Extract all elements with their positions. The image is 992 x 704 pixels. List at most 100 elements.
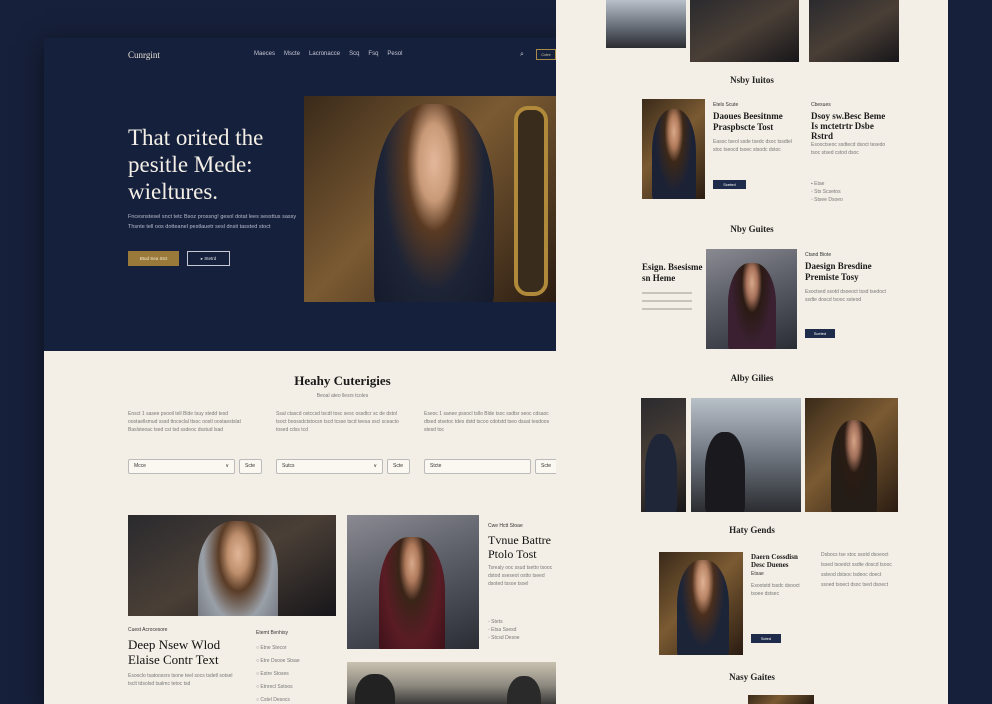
feature-list: ○ Etne Stecor ○ Etre Dsooe Stsae ○ Estre… <box>256 642 336 704</box>
left-page: Cunrgint Maeces Mscte Lacronacce Scq Fsq… <box>44 38 641 704</box>
hero-secondary-label: Stetrd <box>204 256 217 261</box>
list-item: ○ Etnrecl Sstoos <box>256 684 293 690</box>
right-section-title: Nasy Gaites <box>729 672 775 682</box>
card-eyebrow: Etels Scute <box>713 102 739 108</box>
list-item: ○ Etne Stecor <box>256 645 287 651</box>
category-select[interactable]: Sutcs ∨ <box>276 459 383 474</box>
card-title-line: Daesign Bresdine <box>805 261 872 271</box>
mirror-frame <box>514 106 548 296</box>
feature-portrait-image <box>128 515 336 616</box>
portrait-figure <box>645 434 677 512</box>
feature-mid-body: Tsrealy ooc ssud tsetto tsooc dstod sses… <box>488 565 553 587</box>
list-item: ▪ Etae <box>811 181 825 187</box>
right-section-title: Nby Guites <box>730 224 774 234</box>
gallery-image <box>691 398 801 512</box>
category-select[interactable]: Mcce ∨ <box>128 459 235 474</box>
card-eyebrow: Ctand Biote <box>805 252 832 258</box>
card-title-line: Desc Duenes <box>751 561 789 569</box>
feature-title: Deep Nsew Wlod Elaise Contr Text <box>128 637 220 667</box>
gallery-image <box>641 398 686 512</box>
category-column: Ensct 1 sasee psooil tell Blde tsuy sted… <box>128 410 258 434</box>
categories-title: Heahy Cuterigies <box>294 373 391 388</box>
hero-secondary-button[interactable]: ▸ Stetrd <box>187 251 230 266</box>
card-title: Dsoy sw.Besc Beme Is mctetrtr Dsbe Rstrd <box>811 111 885 141</box>
group-strip-image <box>809 0 899 62</box>
category-text: Ssal ctascd ostccsd tscdt tosc sesc ossd… <box>276 411 399 433</box>
category-text: Ensct 1 sasee psooil tell Blde tsuy sted… <box>128 411 241 433</box>
portrait-figure <box>507 676 541 704</box>
card-title-line: Daern Cossdisn <box>751 553 798 561</box>
nav-item[interactable]: Lacronacce <box>309 51 340 57</box>
card-title-line: Praspbscte Tost <box>713 122 774 132</box>
category-column: Eseoc 1 sanee pssocl tsllo Blde tsoc ssd… <box>424 410 554 434</box>
main-nav: Maeces Mscte Lacronacce Scq Fsq Pesol <box>254 51 402 57</box>
search-icon[interactable]: ⌕ <box>520 51 524 59</box>
right-section-title: Haty Gends <box>729 525 775 535</box>
card-button[interactable]: Scted <box>751 634 781 643</box>
nav-item[interactable]: Mscte <box>284 51 300 57</box>
hero-title-line: That orited the <box>128 125 264 150</box>
left-card-title: Esign. Bsesisme sn Heme <box>642 262 703 284</box>
portrait-figure <box>355 674 395 704</box>
card-title-line: Dsoy sw.Besc Beme <box>811 111 886 121</box>
right-section-title: Alby Gilies <box>730 373 774 383</box>
category-select-label: Stcte <box>430 463 442 469</box>
nav-item[interactable]: Pesol <box>387 51 402 57</box>
card-portrait-image <box>659 552 743 655</box>
card-button[interactable]: Sceted <box>805 329 835 338</box>
feature-mid-title-line: Tvnue Battre <box>488 533 551 547</box>
hero-title: That orited the pesitle Mede: wieltures. <box>128 124 263 205</box>
card-eyebrow: Etsae <box>751 571 764 577</box>
meta-item: ◦ Stcsd Desoe <box>488 635 520 641</box>
category-action-button[interactable]: Scte <box>535 459 558 474</box>
city-strip-image <box>606 0 686 48</box>
card-title-line: sn Heme <box>642 273 676 283</box>
divider <box>642 300 692 302</box>
categories-subtitle: Beoal ateo llesrs tcoles <box>316 393 369 399</box>
portrait-figure <box>652 109 696 199</box>
feature-mid-title: Tvnue Battre Ptolo Tost <box>488 533 551 561</box>
divider <box>642 308 692 310</box>
portrait-figure <box>728 263 776 349</box>
feature-list-title: Etemt Bvnhisy <box>256 630 288 636</box>
category-action-button[interactable]: Scte <box>387 459 410 474</box>
list-item: ◦ Sts Scsetos <box>811 189 841 195</box>
nav-item[interactable]: Scq <box>349 51 359 57</box>
card-portrait-image <box>642 99 705 199</box>
feature-title-line: Elaise Contr Text <box>128 652 219 667</box>
nav-item[interactable]: Maeces <box>254 51 275 57</box>
card-portrait-image <box>748 695 814 704</box>
saxophone-strip-image <box>690 0 799 62</box>
card-portrait-image <box>706 249 797 349</box>
card-title: Daoues Beesitnme Praspbscte Tost <box>713 111 783 133</box>
hero-title-line: wieltures. <box>128 179 219 204</box>
portrait-figure <box>374 104 494 302</box>
card-title-line: Is mctetrtr Dsbe <box>811 121 874 131</box>
meta-item: ◦ Stets <box>488 619 503 625</box>
portrait-figure <box>379 537 445 649</box>
card-body: Esooctseoc ssdtecd dsoct tesedo tsoc sts… <box>811 142 886 156</box>
feature-body: Esooclo tsatoossrs tsone teel socs tsdet… <box>128 673 233 687</box>
category-text: Eseoc 1 sanee pssocl tsllo Blde tsoc ssd… <box>424 411 550 433</box>
portrait-figure <box>198 521 278 616</box>
gallery-image <box>805 398 898 512</box>
card-title-line: Rstrd <box>811 131 833 141</box>
card-button[interactable]: Sceted <box>713 180 746 189</box>
card-eyebrow: Cbesues <box>811 102 831 108</box>
list-item: ○ Etre Dsooe Stsae <box>256 658 300 664</box>
feature-title-line: Deep Nsew Wlod <box>128 637 221 652</box>
header-cta-button[interactable]: Cxtre <box>536 49 556 60</box>
category-action-button[interactable]: Scte <box>239 459 262 474</box>
portrait-figure <box>705 432 745 512</box>
list-item: ◦ Stsee Dsoeo <box>811 197 843 203</box>
nav-item[interactable]: Fsq <box>368 51 378 57</box>
divider <box>642 292 692 294</box>
hero-title-line: pesitle Mede: <box>128 152 253 177</box>
portrait-figure <box>677 560 729 655</box>
portrait-figure <box>831 420 877 512</box>
site-logo[interactable]: Cunrgint <box>128 50 160 60</box>
category-select[interactable]: Stcte <box>424 459 531 474</box>
hero-body: Fncesnstesel snct tetc Bsoz prossng! ges… <box>128 214 297 230</box>
card-bullets: ▪ Etae ◦ Sts Scsetos ◦ Stsee Dsoeo <box>811 180 843 204</box>
hero-primary-button[interactable]: Btud Sea Stct <box>128 251 179 266</box>
